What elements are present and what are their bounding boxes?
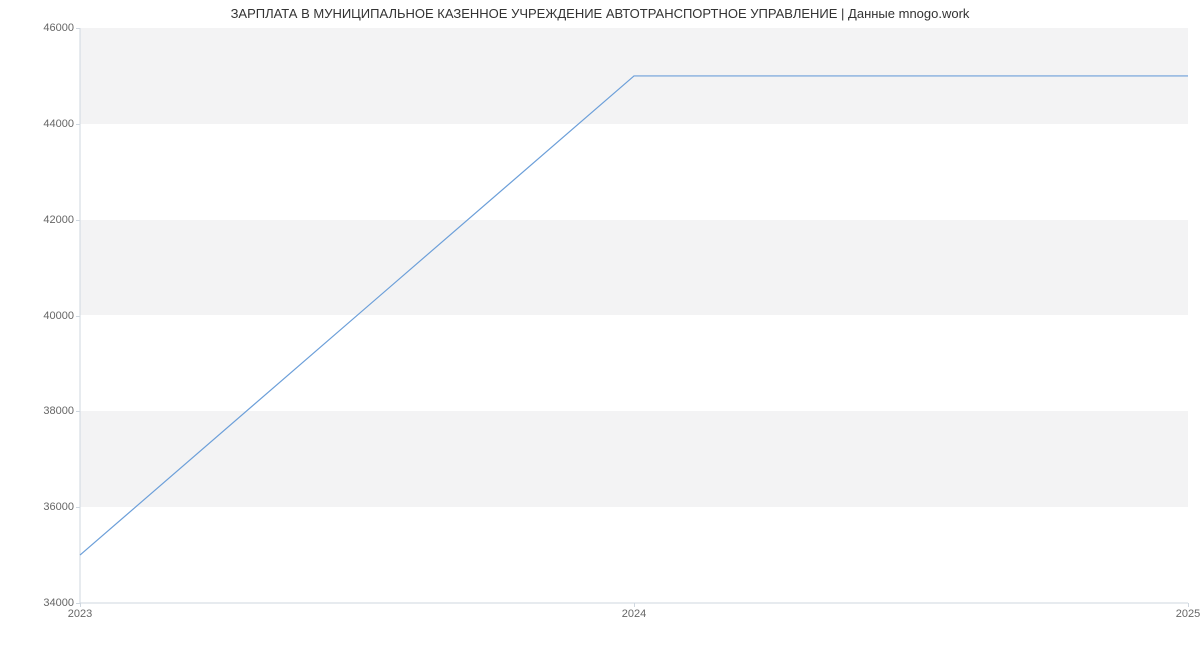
x-tick-mark — [634, 603, 635, 607]
x-tick-mark — [80, 603, 81, 607]
chart-title: ЗАРПЛАТА В МУНИЦИПАЛЬНОЕ КАЗЕННОЕ УЧРЕЖД… — [0, 6, 1200, 21]
line-chart: ЗАРПЛАТА В МУНИЦИПАЛЬНОЕ КАЗЕННОЕ УЧРЕЖД… — [0, 0, 1200, 650]
y-tick-label: 46000 — [14, 22, 74, 34]
x-tick-mark — [1188, 603, 1189, 607]
y-tick-label: 40000 — [14, 310, 74, 322]
y-tick-label: 36000 — [14, 501, 74, 513]
x-tick-label: 2023 — [68, 608, 92, 620]
y-tick-label: 38000 — [14, 405, 74, 417]
plot-area — [80, 28, 1188, 603]
x-tick-label: 2025 — [1176, 608, 1200, 620]
y-tick-label: 34000 — [14, 597, 74, 609]
y-tick-label: 42000 — [14, 214, 74, 226]
y-tick-label: 44000 — [14, 118, 74, 130]
x-tick-label: 2024 — [622, 608, 646, 620]
